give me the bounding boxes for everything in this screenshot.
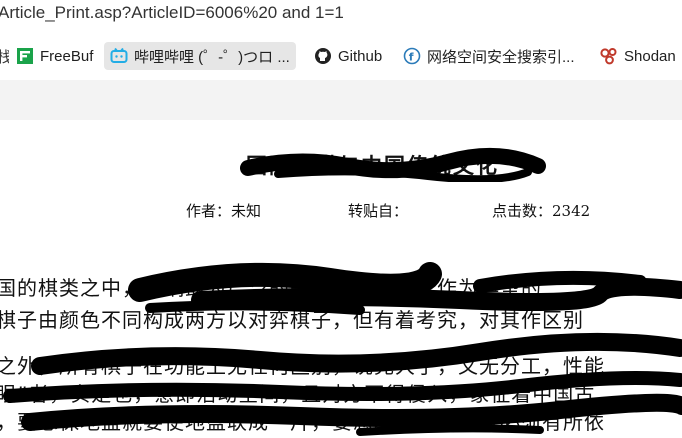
bookmark-bilibili[interactable]: 哔哩哔哩 (゜-゜)つロ ... [104,42,296,70]
author-meta: 作者：未知 [186,202,262,220]
article-page: 国际象棋与中国传统文化 作者：未知 转贴自： 点击数：2342 国的棋类之中，影… [0,120,682,438]
url-text[interactable]: Article_Print.asp?ArticleID=6006%20 and … [0,3,344,23]
fofa-icon: f [403,47,421,65]
github-icon [314,47,332,65]
svg-text:栈: 栈 [0,48,9,64]
bookmark-label: 哔哩哔哩 (゜-゜)つロ ... [134,48,290,66]
bookmark-fofa[interactable]: f 网络空间安全搜索引... [403,42,575,70]
source-meta: 转贴自： [348,202,409,220]
title-redaction [240,147,546,182]
body-redaction [3,262,682,436]
bookmark-label: Shodan [624,47,676,65]
bookmark-partial[interactable]: 栈 [0,42,12,70]
partial-bookmark-icon: 栈 [0,47,12,65]
bookmark-label: 网络空间安全搜索引... [427,48,575,66]
freebuf-icon [16,47,34,65]
address-bar[interactable]: Article_Print.asp?ArticleID=6006%20 and … [0,0,682,30]
bookmark-label: FreeBuf [40,47,94,65]
bookmark-freebuf[interactable]: FreeBuf [16,42,93,70]
bookmark-github[interactable]: Github [314,42,382,70]
shodan-icon [600,47,618,65]
clicks-meta: 点击数：2342 [492,202,591,220]
bookmarks-bar: 栈 FreeBuf 哔哩哔哩 (゜-゜)つロ ... Github f 网络空间… [0,40,682,72]
bookmark-label: Github [338,47,383,65]
svg-text:f: f [409,51,414,64]
bilibili-icon [110,47,128,65]
toolbar-band [0,80,682,120]
bookmark-shodan[interactable]: Shodan [600,42,676,70]
